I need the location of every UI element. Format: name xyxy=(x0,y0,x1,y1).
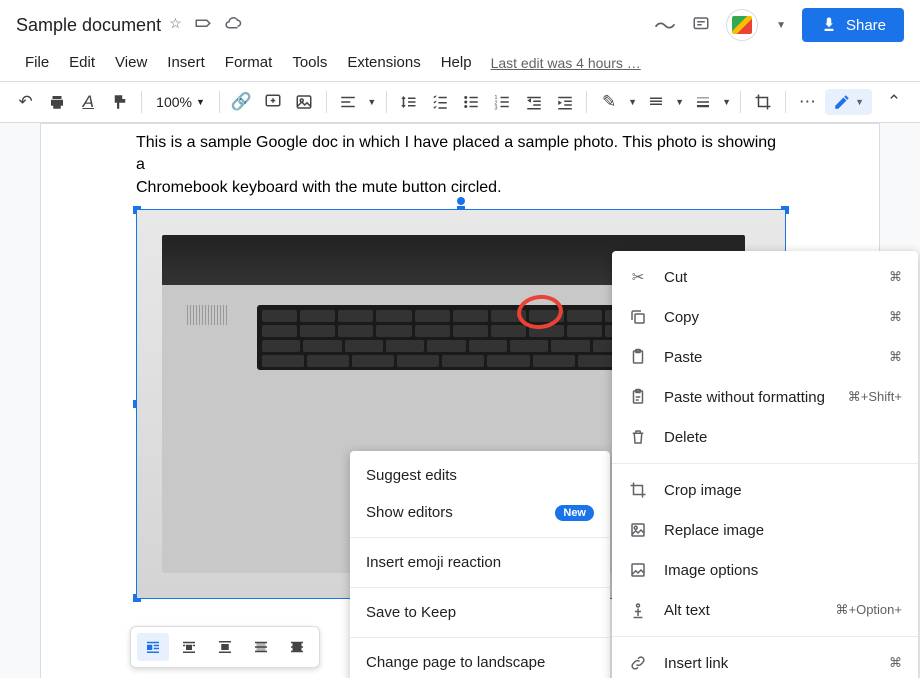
cm-replace-image[interactable]: Replace image xyxy=(612,510,918,550)
spellcheck-icon[interactable]: A xyxy=(75,88,102,116)
collapse-toolbar-icon[interactable]: ⌃ xyxy=(880,88,908,116)
svg-text:3: 3 xyxy=(495,106,498,112)
rotate-handle[interactable] xyxy=(457,197,465,205)
print-icon[interactable] xyxy=(43,88,70,116)
star-icon[interactable]: ☆ xyxy=(169,15,182,36)
document-title[interactable]: Sample document xyxy=(16,15,161,36)
menu-tools[interactable]: Tools xyxy=(283,50,336,75)
cm-paste-plain[interactable]: Paste without formatting⌘+Shift+ xyxy=(612,377,918,417)
wrap-inline-icon[interactable] xyxy=(137,633,169,661)
chevron-down-icon[interactable]: ▼ xyxy=(674,88,686,116)
link-icon[interactable]: 🔗 xyxy=(228,88,255,116)
replace-icon xyxy=(628,520,648,540)
cloud-icon[interactable] xyxy=(224,15,242,36)
delete-icon xyxy=(628,427,648,447)
chevron-down-icon[interactable]: ▼ xyxy=(721,88,733,116)
options-icon xyxy=(628,560,648,580)
border-width-icon[interactable] xyxy=(689,88,716,116)
paint-format-icon[interactable] xyxy=(106,88,133,116)
cm-image-options[interactable]: Image options xyxy=(612,550,918,590)
context-menu-secondary: Suggest edits Show editorsNew Insert emo… xyxy=(350,451,610,678)
alt-icon xyxy=(628,600,648,620)
title-right: 〜 ▼ Share xyxy=(654,8,904,42)
bullet-list-icon[interactable] xyxy=(457,88,484,116)
more-icon[interactable]: ⋯ xyxy=(794,88,821,116)
zoom-select[interactable]: 100%▼ xyxy=(150,94,211,110)
toolbar: ↶ A 100%▼ 🔗 ▼ 123 ✎ ▼ ▼ ▼ ⋯ ▼ ⌃ xyxy=(0,81,920,123)
meet-dropdown-icon[interactable]: ▼ xyxy=(776,20,786,31)
cm-paste[interactable]: Paste⌘ xyxy=(612,337,918,377)
cm-cut[interactable]: ✂Cut⌘ xyxy=(612,257,918,297)
outdent-icon[interactable] xyxy=(520,88,547,116)
menu-bar: File Edit View Insert Format Tools Exten… xyxy=(0,50,920,81)
last-edit-link[interactable]: Last edit was 4 hours … xyxy=(491,55,641,71)
cm-delete[interactable]: Delete xyxy=(612,417,918,457)
share-button[interactable]: Share xyxy=(802,8,904,42)
editing-mode-button[interactable]: ▼ xyxy=(825,89,872,115)
cm-crop[interactable]: Crop image xyxy=(612,470,918,510)
numbered-list-icon[interactable]: 123 xyxy=(489,88,516,116)
image-layout-toolbar xyxy=(130,626,320,668)
checklist-icon[interactable] xyxy=(426,88,453,116)
document-text[interactable]: This is a sample Google doc in which I h… xyxy=(136,132,784,199)
align-icon[interactable] xyxy=(335,88,362,116)
cut-icon: ✂ xyxy=(628,267,648,287)
front-text-icon[interactable] xyxy=(281,633,313,661)
context-menu-primary: ✂Cut⌘ Copy⌘ Paste⌘ Paste without formatt… xyxy=(612,251,918,678)
menu-view[interactable]: View xyxy=(106,50,156,75)
border-icon[interactable] xyxy=(642,88,669,116)
menu-format[interactable]: Format xyxy=(216,50,282,75)
move-icon[interactable] xyxy=(194,15,212,36)
link-icon xyxy=(628,653,648,673)
cm-copy[interactable]: Copy⌘ xyxy=(612,297,918,337)
crop-icon xyxy=(628,480,648,500)
title-icons: ☆ xyxy=(169,15,242,36)
title-bar: Sample document ☆ 〜 ▼ Share xyxy=(0,0,920,50)
menu-insert[interactable]: Insert xyxy=(158,50,214,75)
image-icon[interactable] xyxy=(290,88,317,116)
line-spacing-icon[interactable] xyxy=(395,88,422,116)
undo-icon[interactable]: ↶ xyxy=(12,88,39,116)
chevron-down-icon[interactable]: ▼ xyxy=(366,88,378,116)
cm-show-editors[interactable]: Show editorsNew xyxy=(350,494,610,531)
cm-alt-text[interactable]: Alt text⌘+Option+ xyxy=(612,590,918,630)
indent-icon[interactable] xyxy=(551,88,578,116)
menu-file[interactable]: File xyxy=(16,50,58,75)
clear-format-icon[interactable]: ✎ xyxy=(595,88,622,116)
behind-text-icon[interactable] xyxy=(245,633,277,661)
break-text-icon[interactable] xyxy=(209,633,241,661)
menu-edit[interactable]: Edit xyxy=(60,50,104,75)
new-badge: New xyxy=(555,505,594,521)
cm-landscape[interactable]: Change page to landscape xyxy=(350,644,610,678)
comment-add-icon[interactable] xyxy=(259,88,286,116)
wrap-text-icon[interactable] xyxy=(173,633,205,661)
document-area: This is a sample Google doc in which I h… xyxy=(0,123,920,678)
menu-help[interactable]: Help xyxy=(432,50,481,75)
crop-icon[interactable] xyxy=(749,88,776,116)
paste-icon xyxy=(628,347,648,367)
chevron-down-icon[interactable]: ▼ xyxy=(627,88,639,116)
cm-emoji-reaction[interactable]: Insert emoji reaction xyxy=(350,544,610,581)
cm-suggest-edits[interactable]: Suggest edits xyxy=(350,457,610,494)
copy-icon xyxy=(628,307,648,327)
menu-extensions[interactable]: Extensions xyxy=(338,50,429,75)
share-label: Share xyxy=(846,17,886,34)
paste-plain-icon xyxy=(628,387,648,407)
comments-icon[interactable] xyxy=(692,15,710,36)
meet-button[interactable] xyxy=(726,9,758,41)
cm-insert-link[interactable]: Insert link⌘ xyxy=(612,643,918,678)
activity-icon[interactable]: 〜 xyxy=(654,9,676,41)
